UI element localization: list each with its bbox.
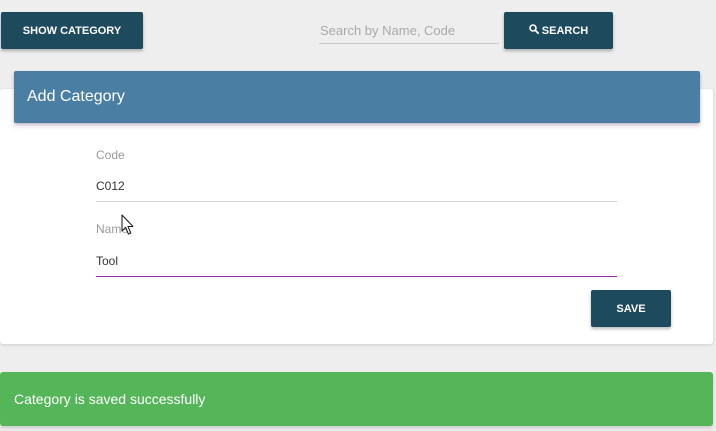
notification-message: Category is saved successfully bbox=[14, 391, 206, 407]
search-button[interactable]: SEARCH bbox=[504, 12, 613, 49]
search-button-label: SEARCH bbox=[541, 24, 589, 37]
show-category-label: SHOW CATEGORY bbox=[22, 24, 122, 37]
search-input[interactable] bbox=[319, 18, 500, 42]
search-field[interactable] bbox=[319, 18, 500, 44]
card-title: Add Category bbox=[27, 88, 125, 105]
search-icon bbox=[528, 24, 539, 37]
code-label: Code bbox=[96, 148, 125, 162]
code-field[interactable] bbox=[96, 174, 617, 202]
success-notification: Category is saved successfully bbox=[0, 372, 713, 426]
add-category-header: Add Category bbox=[14, 71, 700, 123]
show-category-button[interactable]: SHOW CATEGORY bbox=[1, 12, 143, 49]
name-field[interactable] bbox=[96, 249, 617, 277]
save-button[interactable]: SAVE bbox=[591, 290, 671, 327]
code-input[interactable] bbox=[96, 174, 617, 198]
name-input[interactable] bbox=[96, 249, 617, 273]
name-label: Name bbox=[96, 222, 129, 236]
save-label: SAVE bbox=[616, 302, 646, 315]
